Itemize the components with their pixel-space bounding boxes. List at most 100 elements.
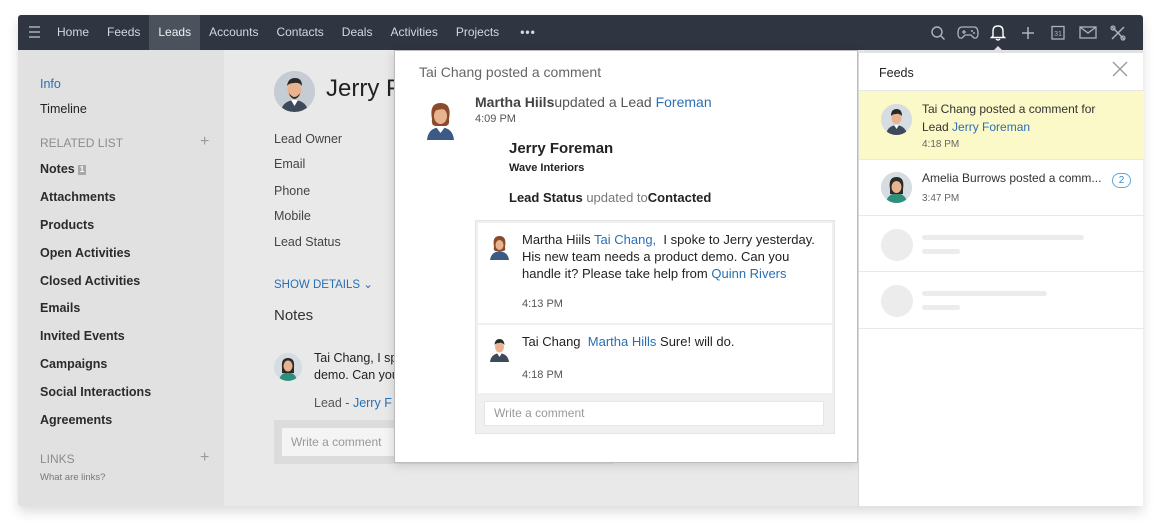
skeleton-line [922,305,960,310]
comment-text: Sure! will do. [660,334,735,349]
note-lead-link[interactable]: Jerry F [353,396,392,410]
record-name[interactable]: Jerry Foreman [509,140,613,157]
note-line-1: Tai Chang, I sp [314,351,398,365]
add-related-icon[interactable]: + [200,133,209,151]
status-change-line: Lead Status updated toContacted [509,190,711,205]
comment-body: Martha Hiils Tai Chang, I spoke to Jerry… [522,231,828,282]
comment-thread: Martha Hiils Tai Chang, I spoke to Jerry… [475,220,835,434]
record-title: Jerry F [326,75,401,102]
search-icon[interactable] [923,15,953,50]
mail-icon[interactable] [1073,15,1103,50]
record-company: Wave Interiors [509,162,585,174]
add-link-icon[interactable]: + [200,449,209,467]
field-lead-owner-label: Lead Owner [274,132,343,146]
sidebar-item-attachments[interactable]: Attachments [40,190,116,204]
sidebar-item-emails[interactable]: Emails [40,301,80,315]
field-phone-label: Phone [274,184,311,198]
feed-count-badge: 2 [1112,173,1131,188]
sidebar-item-open-activities[interactable]: Open Activities [40,246,131,260]
sidebar-info-link[interactable]: Info [40,77,61,91]
reply-comment-input[interactable]: Write a comment [484,401,824,426]
nav-activities[interactable]: Activities [381,15,446,50]
note-line-2: demo. Can you [314,368,399,382]
field-email-label: Email [274,157,306,171]
feed-record-link[interactable]: Jerry Foreman [952,120,1030,134]
skeleton-line [922,291,1047,296]
record-card: Jerry Foreman Wave Interiors [509,140,613,174]
top-navigation-bar: Home Feeds Leads Accounts Contacts Deals… [18,15,1143,50]
hamburger-icon[interactable] [29,26,40,38]
sidebar-timeline-link[interactable]: Timeline [40,102,87,116]
comment-author[interactable]: Tai Chang [522,334,581,349]
bell-icon[interactable] [983,15,1013,50]
sidebar-item-agreements[interactable]: Agreements [40,413,112,427]
sidebar-item-social-interactions[interactable]: Social Interactions [40,385,151,399]
feed-skeleton [859,271,1144,328]
skeleton-avatar [881,285,913,317]
divider [859,328,1144,329]
skeleton-line [922,249,960,254]
nav-accounts[interactable]: Accounts [200,15,267,50]
comment-mention[interactable]: Martha Hills [588,334,657,349]
plus-icon[interactable] [1013,15,1043,50]
feed-message: Amelia Burrows posted a comm... [922,171,1102,185]
feed-author-avatar [881,172,912,203]
comment-item: Tai Chang Martha Hills Sure! will do. 4:… [478,325,832,393]
field-lead-status-label: Lead Status [274,235,341,249]
nav-home[interactable]: Home [48,15,98,50]
sidebar-item-invited-events[interactable]: Invited Events [40,329,125,343]
links-hint-link[interactable]: What are links? [40,472,105,483]
sidebar-item-products[interactable]: Products [40,218,94,232]
activity-line: Martha Hiilsupdated a Lead Foreman 4:09 P… [475,94,712,125]
sidebar-item-closed-activities[interactable]: Closed Activities [40,274,140,288]
close-icon[interactable] [1111,60,1129,78]
svg-text:31: 31 [1054,31,1062,38]
feed-author-avatar [881,104,912,135]
notes-count-badge: 1 [77,165,87,175]
comment-author[interactable]: Martha Hiils [522,232,591,247]
comment-link[interactable]: Quinn Rivers [711,266,786,281]
nav-leads[interactable]: Leads [149,15,201,50]
calendar-icon[interactable]: 31 [1043,15,1073,50]
feed-item[interactable]: Amelia Burrows posted a comm... 2 3:47 P… [859,159,1144,215]
note-lead-prefix: Lead - [314,396,350,410]
nav-deals[interactable]: Deals [333,15,382,50]
comment-author-avatar [486,233,513,260]
top-icons: 31 [923,15,1133,50]
sidebar-item-label: Notes [40,162,75,176]
activity-actor[interactable]: Martha Hiils [475,94,554,110]
chevron-down-icon: ⌄ [363,279,373,291]
comment-mention[interactable]: Tai Chang, [594,232,656,247]
skeleton-line [922,235,1084,240]
show-details-link[interactable]: SHOW DETAILS ⌄ [274,277,373,291]
main-nav: Home Feeds Leads Accounts Contacts Deals… [48,15,548,50]
comment-body: Tai Chang Martha Hills Sure! will do. [522,333,828,350]
status-field: Lead Status [509,190,583,205]
feed-skeleton [859,215,1144,271]
gamepad-icon[interactable] [953,15,983,50]
field-mobile-label: Mobile [274,209,311,223]
feed-text: Tai Chang posted a comment for Lead Jerr… [922,100,1117,136]
nav-more-button[interactable]: ••• [508,15,548,50]
status-verb: updated to [586,190,648,205]
comment-author-avatar [486,335,513,362]
activity-time: 4:09 PM [475,113,516,125]
related-list-heading: RELATED LIST [40,136,124,150]
sidebar-item-campaigns[interactable]: Campaigns [40,357,107,371]
nav-projects[interactable]: Projects [447,15,508,50]
comment-item: Martha Hiils Tai Chang, I spoke to Jerry… [478,223,832,323]
comment-time: 4:13 PM [522,298,563,310]
comment-detail-popup: Tai Chang posted a comment Martha Hiilsu… [394,50,858,463]
nav-feeds[interactable]: Feeds [98,15,149,50]
popup-header: Tai Chang posted a comment [419,64,602,80]
feed-item[interactable]: Tai Chang posted a comment for Lead Jerr… [859,90,1144,159]
tools-icon[interactable] [1103,15,1133,50]
activity-record-link[interactable]: Foreman [656,94,712,110]
nav-contacts[interactable]: Contacts [267,15,332,50]
lead-avatar [274,71,315,112]
status-value: Contacted [647,190,712,205]
activity-action: updated a Lead [554,94,652,110]
note-lead-ref: Lead - Jerry F [314,396,392,410]
sidebar-item-notes[interactable]: Notes 1 [40,162,87,176]
note-author-avatar [274,353,302,381]
